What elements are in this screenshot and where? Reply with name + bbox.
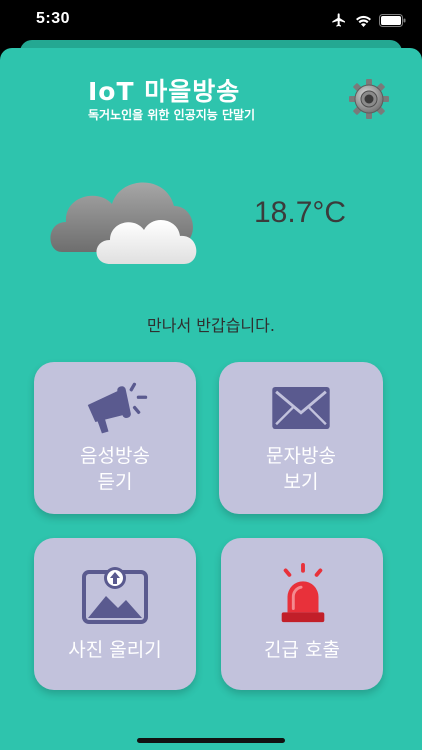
siren-icon [281,562,325,623]
photo-upload-label: 사진 올리기 [68,639,162,661]
voice-broadcast-label-line2: 듣기 [97,470,133,493]
gear-icon[interactable] [348,78,390,120]
battery-icon [379,13,406,27]
app-title: IoT 마을방송 [88,77,241,106]
voice-broadcast-label: 음성방송 듣기 [34,444,196,495]
temperature: 18.7°C [254,196,347,229]
wifi-icon [356,15,371,27]
app-subtitle: 독거노인을 위한 인공지능 단말기 [88,108,256,122]
emergency-call-button[interactable]: 긴급 호출 [221,538,383,690]
megaphone-icon [87,382,148,434]
voice-broadcast-label-line1: 음성방송 [80,445,150,467]
main-sheet: IoT 마을방송 독거노인을 위한 인공지능 단말기 18.7°C 만나서 반갑… [0,48,422,750]
home-indicator[interactable] [137,738,285,743]
text-broadcast-label-line1: 문자방송 [266,445,336,467]
greeting-text: 만나서 반갑습니다. [147,316,275,335]
voice-broadcast-button[interactable]: 음성방송 듣기 [34,362,196,514]
text-broadcast-label-line2: 보기 [283,470,319,493]
status-bar: 5:30 [0,0,422,44]
cloudy-icon [50,182,197,264]
photo-upload-icon [82,567,148,624]
emergency-call-label: 긴급 호출 [264,639,340,661]
photo-upload-button[interactable]: 사진 올리기 [34,538,196,690]
text-broadcast-button[interactable]: 문자방송 보기 [219,362,383,514]
envelope-icon [272,386,330,430]
text-broadcast-label: 문자방송 보기 [219,444,383,495]
status-time: 5:30 [36,10,71,27]
status-icons [330,12,406,28]
airplane-icon [332,13,345,27]
